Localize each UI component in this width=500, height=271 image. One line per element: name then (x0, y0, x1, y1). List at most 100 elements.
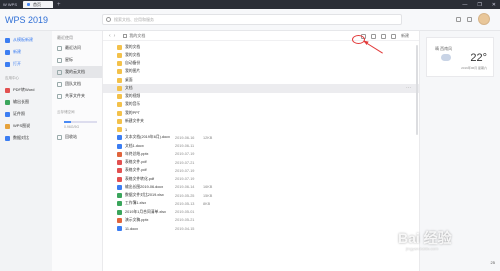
file-date: 2019-05-01 (175, 210, 195, 215)
cloud-weather-icon (441, 54, 451, 61)
scrollbar[interactable] (416, 45, 418, 135)
location-label: 我的云文档 (65, 69, 85, 74)
minimize-button[interactable]: — (462, 2, 467, 8)
nav-id-photo[interactable]: 证件照 (0, 108, 52, 120)
folder-icon (117, 44, 122, 50)
file-row[interactable]: 我的视频 (103, 93, 419, 101)
file-name: 我的音乐 (125, 102, 141, 107)
nav-new[interactable]: 新建 (0, 46, 52, 58)
new-folder-button[interactable]: 新建 (401, 33, 409, 39)
header-actions (456, 13, 490, 25)
file-row[interactable]: 1 (103, 126, 419, 134)
file-row[interactable]: 我的音乐 (103, 101, 419, 109)
file-name: 新建文件夹 (125, 118, 144, 123)
file-row[interactable]: 表格文件.pdf 2019-07-21 (103, 159, 419, 167)
row-more-button[interactable]: ··· (406, 85, 411, 91)
folder-icon (117, 102, 122, 108)
watermark-logo: Bai 经验 (398, 230, 452, 246)
settings-icon[interactable] (467, 16, 472, 22)
nav-pdf-to-word[interactable]: PDF转Word (0, 84, 52, 96)
folder-icon (117, 61, 122, 67)
file-list-panel: ‹ › 我的文档 新建 我的文档 我的文档 自动备份 我的图片 桌面 文档 ··· 我的视频我… (103, 31, 419, 271)
location-starred[interactable]: 星标 (52, 54, 102, 66)
close-button[interactable]: ✕ (492, 2, 496, 8)
trash-icon (57, 134, 62, 140)
top-header: WPS 2019 搜索文档、应用和服务 (0, 9, 500, 31)
breadcrumb[interactable]: 我的文档 (123, 33, 145, 39)
doc-file-icon (117, 143, 122, 149)
window-controls: — ❐ ✕ (462, 0, 496, 9)
file-row[interactable]: 我的图片 (103, 68, 419, 76)
nav-new-from-template[interactable]: 从模板新建 (0, 34, 52, 46)
file-row[interactable]: 演示文稿.pptx 2019-05-21 (103, 216, 419, 224)
nav-open[interactable]: 打开 (0, 58, 52, 70)
file-row[interactable]: 表格文件转化.pdf 2019-07-19 (103, 175, 419, 183)
file-row[interactable]: 输出长图2019-06.docx 2019-06-14 16KB (103, 183, 419, 191)
wps-logo: WPS 2019 (5, 15, 49, 25)
file-row[interactable]: 工作簿1.xlsx 2019-05-13 8KB (103, 200, 419, 208)
file-row[interactable]: 自动备份 (103, 60, 419, 68)
breadcrumb-label: 我的文档 (129, 32, 146, 38)
file-name: 表格文件转化.pdf (125, 176, 155, 181)
back-button[interactable]: ‹ (109, 33, 111, 39)
file-row[interactable]: 11.docx 2019-04-15 (103, 225, 419, 233)
file-row[interactable]: 数据文件对比2019.xlsx 2019-05-25 15KB (103, 192, 419, 200)
new-tab-button[interactable]: + (57, 2, 61, 8)
team-icon (57, 81, 62, 87)
file-row[interactable]: 文档1.docx 2019-06-11 (103, 142, 419, 150)
search-icon (106, 17, 111, 22)
location-team-docs[interactable]: 团队文档 (52, 78, 102, 90)
location-cloud-docs[interactable]: 我的云文档 (52, 66, 102, 78)
file-row[interactable]: 文本文档(2019年6月).docx 2019-06-16 12KB (103, 134, 419, 142)
location-recycle-bin[interactable]: 回收站 (52, 131, 102, 143)
file-date: 2019-07-19 (175, 152, 195, 157)
storage-heading: 云存储空间 (57, 110, 75, 114)
image-icon (5, 99, 10, 105)
file-name: 桌面 (125, 77, 133, 82)
file-name: 我的图片 (125, 69, 141, 74)
file-row[interactable]: 2019年1月合同清单.xlsx 2019-05-01 (103, 208, 419, 216)
search-input[interactable]: 搜索文档、应用和服务 (102, 14, 402, 25)
file-name: 我的文档 (125, 52, 141, 57)
upload-icon[interactable] (381, 33, 386, 39)
file-row[interactable]: 桌面 (103, 76, 419, 84)
file-row[interactable]: 年终总结.pptx 2019-07-19 (103, 150, 419, 158)
nav-wps-tushuo[interactable]: WPS图说 (0, 120, 52, 132)
file-name: 文档1.docx (125, 143, 144, 148)
star-icon (57, 57, 62, 63)
folder-icon (117, 110, 122, 116)
nav-label: 从模板新建 (13, 37, 33, 42)
file-row[interactable]: 我的文档 (103, 51, 419, 59)
forward-button[interactable]: › (114, 33, 116, 39)
folder-icon (117, 94, 122, 100)
file-date: 2019-05-13 (175, 201, 195, 206)
location-shared-folder[interactable]: 共享文件夹 (52, 90, 102, 102)
file-name: 表格文件.pdf (125, 160, 147, 165)
file-row[interactable]: 文档 ··· (103, 84, 419, 93)
sort-icon[interactable] (371, 33, 376, 39)
left-nav: 从模板新建 新建 打开 应用中心 PDF转Word 输出长图 证件照 WPS图说… (0, 31, 52, 271)
nav-label: 数据对比 (13, 135, 29, 140)
file-name: 年终总结.pptx (125, 151, 149, 156)
file-size: 16KB (203, 185, 213, 190)
file-date: 2019-07-21 (175, 160, 195, 165)
message-icon[interactable] (456, 16, 461, 22)
file-row[interactable]: 表格文件.pdf 2019-07-19 (103, 167, 419, 175)
file-name: 文本文档(2019年6月).docx (125, 135, 170, 140)
avatar[interactable] (478, 13, 490, 25)
file-size: 12KB (203, 135, 213, 140)
nav-data-compare[interactable]: 数据对比 (0, 132, 52, 144)
clock-icon (57, 45, 62, 51)
file-row[interactable]: 我的PPT (103, 109, 419, 117)
maximize-button[interactable]: ❐ (477, 2, 481, 8)
location-recent[interactable]: 最近访问 (52, 42, 102, 54)
sync-icon[interactable] (391, 33, 396, 39)
file-date: 2019-04-15 (175, 226, 195, 231)
nav-long-image[interactable]: 输出长图 (0, 96, 52, 108)
file-date: 2019-05-25 (175, 193, 195, 198)
file-row[interactable]: 新建文件夹 (103, 117, 419, 125)
search-placeholder: 搜索文档、应用和服务 (114, 16, 154, 22)
tab-home[interactable]: 首页 (23, 1, 53, 8)
weather-card[interactable]: 晴 西南风 22° 2019年06月 星期六 (426, 37, 494, 77)
file-name: 我的视频 (125, 94, 141, 99)
